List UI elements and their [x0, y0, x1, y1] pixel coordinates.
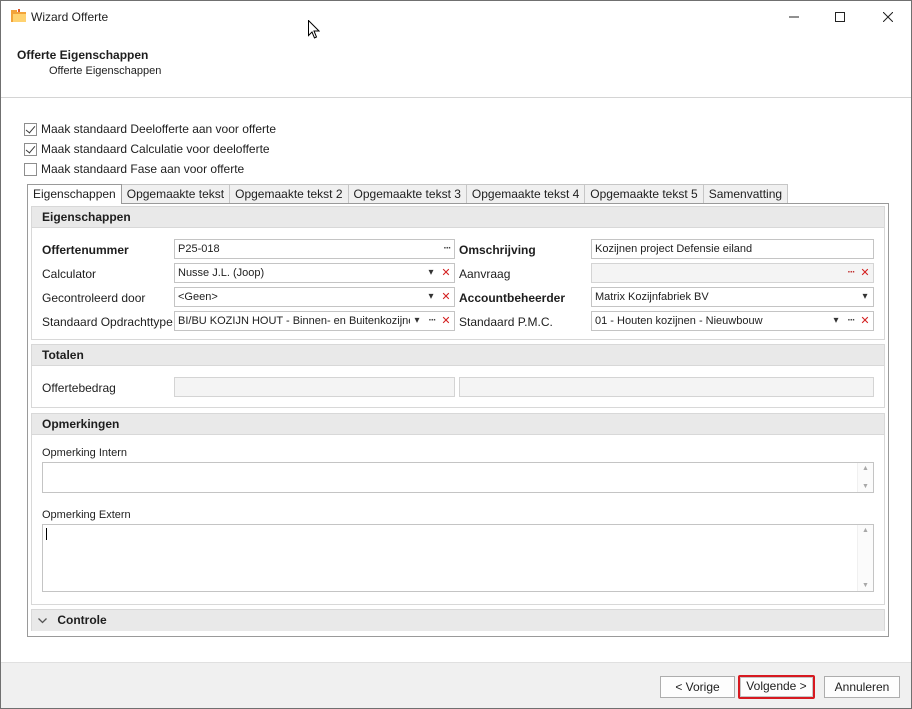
group-header-opmerkingen: Opmerkingen [32, 414, 884, 435]
omschrijving-value: Kozijnen project Defensie eiland [595, 243, 753, 255]
opdrachttype-select[interactable]: BI/BU KOZIJN HOUT - Binnen- en Buitenkoz… [174, 311, 455, 331]
opmerking-extern-label: Opmerking Extern [42, 509, 131, 521]
controle-title: Controle [57, 613, 107, 627]
ellipsis-icon[interactable]: ··· [844, 264, 858, 282]
tab-strip: Eigenschappen Opgemaakte tekst Opgemaakt… [27, 184, 789, 204]
offertebedrag-field-2 [459, 377, 874, 397]
offertebedrag-label: Offertebedrag [42, 381, 116, 395]
clear-x-icon[interactable]: ✕ [439, 288, 453, 306]
accountbeheerder-label: Accountbeheerder [459, 291, 566, 305]
mouse-cursor-icon [308, 19, 321, 42]
checkbox-label: Maak standaard Calculatie voor deeloffer… [41, 142, 270, 156]
tab-opgemaakte-tekst-2[interactable]: Opgemaakte tekst 2 [229, 184, 349, 203]
opmerking-intern-label: Opmerking Intern [42, 447, 127, 459]
group-header-eigenschappen: Eigenschappen [32, 207, 884, 228]
close-icon [883, 11, 893, 22]
opmerking-extern-textarea[interactable]: ▲ ▼ [42, 524, 874, 592]
minimize-icon [789, 16, 799, 17]
accountbeheerder-value: Matrix Kozijnfabriek BV [595, 291, 709, 303]
tab-opgemaakte-tekst-5[interactable]: Opgemaakte tekst 5 [584, 184, 704, 203]
ellipsis-icon[interactable]: ··· [425, 312, 439, 330]
dropdown-arrow-icon[interactable]: ▾ [858, 288, 872, 306]
ellipsis-icon[interactable]: ··· [844, 312, 858, 330]
group-controle[interactable]: Controle [31, 609, 885, 631]
ellipsis-icon[interactable]: ··· [440, 240, 454, 258]
group-totalen: Totalen Offertebedrag [31, 344, 885, 408]
tab-panel-eigenschappen: Eigenschappen Offertenummer P25-018 ··· … [27, 203, 889, 637]
gecontroleerd-select[interactable]: <Geen> ▾ ✕ [174, 287, 455, 307]
window-title: Wizard Offerte [31, 10, 109, 24]
calculator-select[interactable]: Nusse J.L. (Joop) ▾ ✕ [174, 263, 455, 283]
chevron-down-icon[interactable] [38, 610, 50, 631]
tab-opgemaakte-tekst[interactable]: Opgemaakte tekst [120, 184, 231, 203]
checkbox-fase[interactable]: Maak standaard Fase aan voor offerte [24, 161, 244, 177]
aanvraag-field[interactable]: ··· ✕ [591, 263, 874, 283]
scroll-down-icon[interactable]: ▼ [862, 582, 869, 589]
tab-opgemaakte-tekst-4[interactable]: Opgemaakte tekst 4 [465, 184, 586, 203]
opdrachttype-label: Standaard Opdrachttype [42, 315, 173, 329]
dropdown-arrow-icon[interactable]: ▾ [424, 264, 438, 282]
pmc-value: 01 - Houten kozijnen - Nieuwbouw [595, 315, 763, 327]
wizard-footer: < Vorige Volgende > Annuleren [1, 662, 911, 708]
page-title: Offerte Eigenschappen [17, 48, 149, 62]
scroll-up-icon[interactable]: ▲ [862, 465, 869, 472]
scroll-down-icon[interactable]: ▼ [862, 483, 869, 490]
calculator-value: Nusse J.L. (Joop) [178, 267, 265, 279]
aanvraag-label: Aanvraag [459, 267, 511, 281]
checkbox-box[interactable] [24, 122, 37, 136]
tab-eigenschappen[interactable]: Eigenschappen [27, 184, 122, 204]
checkbox-box[interactable] [24, 162, 37, 176]
title-bar[interactable]: Wizard Offerte [1, 1, 911, 32]
calculator-label: Calculator [42, 267, 97, 281]
text-caret [46, 528, 47, 540]
checkbox-calculatie[interactable]: Maak standaard Calculatie voor deeloffer… [24, 141, 270, 157]
group-eigenschappen: Eigenschappen Offertenummer P25-018 ··· … [31, 206, 885, 340]
offertenummer-label: Offertenummer [42, 243, 129, 257]
tab-opgemaakte-tekst-3[interactable]: Opgemaakte tekst 3 [347, 184, 467, 203]
previous-button[interactable]: < Vorige [660, 676, 735, 698]
omschrijving-label: Omschrijving [459, 243, 536, 257]
gecontroleerd-value: <Geen> [178, 291, 218, 303]
checkbox-label: Maak standaard Deelofferte aan voor offe… [41, 122, 277, 136]
wizard-window: Wizard Offerte Offerte Eigenschappen Off… [0, 0, 912, 709]
checkbox-deelofferte[interactable]: Maak standaard Deelofferte aan voor offe… [24, 121, 276, 137]
next-button[interactable]: Volgende > [738, 675, 815, 699]
omschrijving-field[interactable]: Kozijnen project Defensie eiland [591, 239, 874, 259]
tab-samenvatting[interactable]: Samenvatting [702, 184, 789, 203]
wizard-header: Offerte Eigenschappen Offerte Eigenschap… [1, 32, 911, 98]
group-header-totalen: Totalen [32, 345, 884, 366]
clear-x-icon[interactable]: ✕ [439, 264, 453, 282]
wizard-folder-icon [11, 9, 27, 23]
clear-x-icon[interactable]: ✕ [439, 312, 453, 330]
opdrachttype-value: BI/BU KOZIJN HOUT - Binnen- en Buitenkoz… [178, 315, 410, 327]
checkbox-box[interactable] [24, 142, 37, 156]
wizard-body: Maak standaard Deelofferte aan voor offe… [1, 98, 911, 662]
group-header-controle[interactable]: Controle [32, 610, 884, 631]
gecontroleerd-label: Gecontroleerd door [42, 291, 146, 305]
accountbeheerder-select[interactable]: Matrix Kozijnfabriek BV ▾ [591, 287, 874, 307]
dropdown-arrow-icon[interactable]: ▾ [410, 312, 424, 330]
group-opmerkingen: Opmerkingen Opmerking Intern ▲ ▼ Opmerki… [31, 413, 885, 605]
clear-x-icon[interactable]: ✕ [858, 312, 872, 330]
maximize-button[interactable] [817, 1, 863, 32]
opmerking-intern-textarea[interactable]: ▲ ▼ [42, 462, 874, 493]
scrollbar[interactable]: ▲ ▼ [857, 525, 873, 591]
pmc-label: Standaard P.M.C. [459, 315, 553, 329]
pmc-select[interactable]: 01 - Houten kozijnen - Nieuwbouw ▾ ··· ✕ [591, 311, 874, 331]
dropdown-arrow-icon[interactable]: ▾ [829, 312, 843, 330]
minimize-button[interactable] [771, 1, 817, 32]
cancel-button[interactable]: Annuleren [824, 676, 900, 698]
offertebedrag-field-1 [174, 377, 455, 397]
clear-x-icon[interactable]: ✕ [858, 264, 872, 282]
offertenummer-field[interactable]: P25-018 ··· [174, 239, 455, 259]
close-button[interactable] [865, 1, 911, 32]
checkbox-label: Maak standaard Fase aan voor offerte [41, 162, 245, 176]
dropdown-arrow-icon[interactable]: ▾ [424, 288, 438, 306]
page-subtitle: Offerte Eigenschappen [49, 65, 162, 77]
offertenummer-value: P25-018 [178, 243, 220, 255]
scrollbar[interactable]: ▲ ▼ [857, 463, 873, 492]
scroll-up-icon[interactable]: ▲ [862, 527, 869, 534]
maximize-icon [835, 11, 845, 22]
